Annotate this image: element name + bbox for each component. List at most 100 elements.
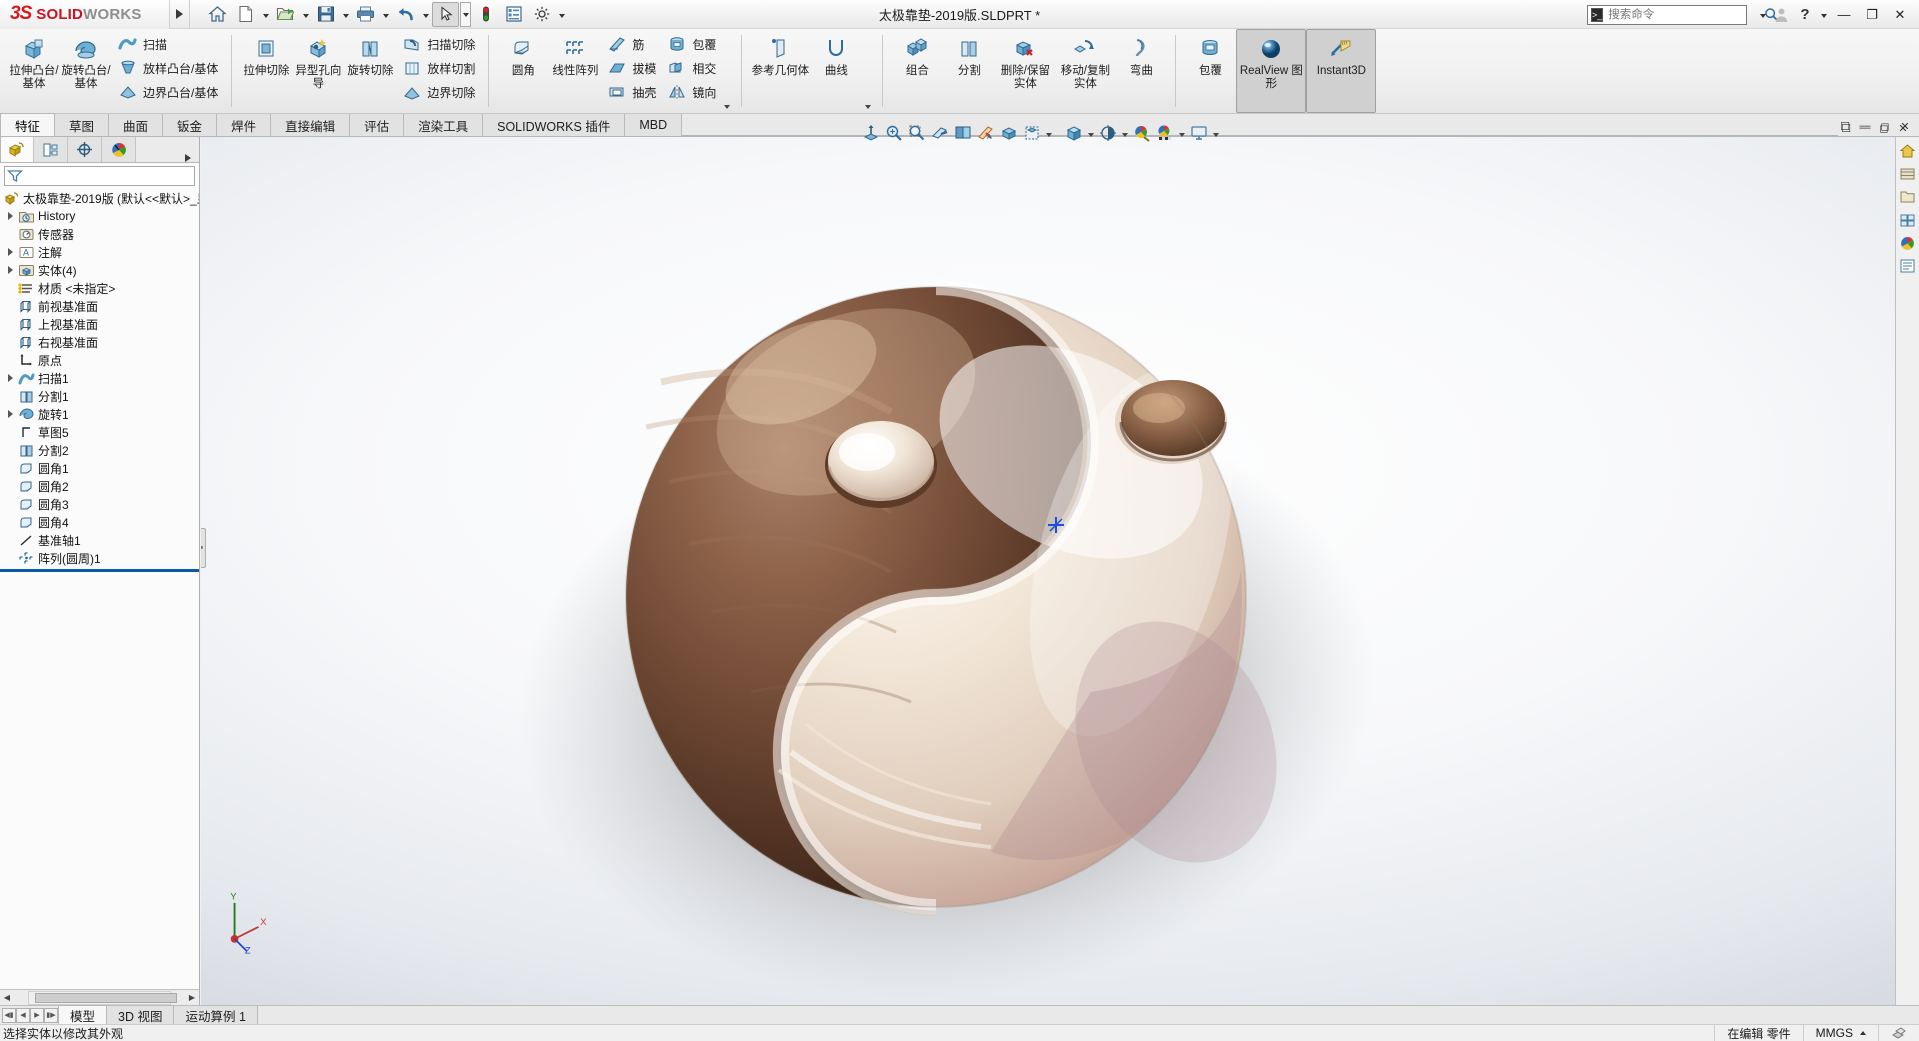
lofted-cut-button[interactable]: 放样切割 [396, 56, 480, 80]
wrap-big-button[interactable]: 包覆 [1184, 29, 1236, 113]
bottom-tab-motion-study[interactable]: 运动算例 1 [174, 1006, 258, 1024]
scroll-left-arrow[interactable]: ◀ [0, 991, 14, 1005]
tree-item-front-plane[interactable]: 前视基准面 [0, 297, 199, 315]
intersect-button[interactable]: 相交 [661, 56, 721, 80]
file-explorer-dock-icon[interactable] [1898, 187, 1918, 207]
menu-expand-arrow[interactable] [170, 0, 190, 29]
zoom-to-fit-icon[interactable] [860, 121, 882, 145]
design-library-dock-icon[interactable] [1898, 164, 1918, 184]
restore-button[interactable]: ❐ [1859, 4, 1885, 26]
graphics-close-icon[interactable]: ✕ [1897, 118, 1913, 134]
graphics-minimize-icon[interactable]: — [1857, 118, 1873, 134]
tree-item-split1[interactable]: 分割1 [0, 387, 199, 405]
panel-collapse-handle[interactable] [201, 527, 206, 568]
tab-solidworks-addins[interactable]: SOLIDWORKS 插件 [483, 114, 626, 136]
mirror-button[interactable]: 镜向 [661, 80, 721, 104]
last-tab-button[interactable]: ▮▶ [44, 1007, 58, 1023]
undo-icon[interactable] [392, 2, 419, 27]
extrude-boss-button[interactable]: 拉伸凸台/基体 [8, 29, 60, 113]
custom-properties-dock-icon[interactable] [1898, 256, 1918, 276]
solid-bodies-expander[interactable] [4, 266, 17, 274]
view-palette-dock-icon[interactable] [1898, 210, 1918, 230]
hole-wizard-button[interactable]: 异型孔向导 [292, 29, 344, 113]
tree-item-annotations[interactable]: A 注解 [0, 243, 199, 261]
apply-scene-dropdown[interactable] [1177, 121, 1187, 145]
view-settings-icon[interactable] [1097, 121, 1119, 145]
status-units[interactable]: MMGS [1802, 1024, 1878, 1041]
prev-tab-button[interactable]: ◀ [16, 1007, 30, 1023]
user-account-icon[interactable] [1770, 4, 1792, 26]
rebuild-icon[interactable] [472, 2, 499, 27]
boundary-boss-button[interactable]: 边界凸台/基体 [112, 80, 223, 104]
tab-mbd[interactable]: MBD [625, 114, 683, 136]
flex-button[interactable]: 弯曲 [1115, 29, 1167, 113]
bottom-tab-3dviews[interactable]: 3D 视图 [107, 1006, 175, 1024]
delete-keep-body-button[interactable]: 删除/保留实体 [995, 29, 1055, 113]
tree-item-top-plane[interactable]: 上视基准面 [0, 315, 199, 333]
new-document-icon[interactable] [232, 2, 259, 27]
previous-view-icon[interactable] [906, 121, 928, 145]
bottom-tab-model[interactable]: 模型 [58, 1005, 108, 1024]
tree-item-axis1[interactable]: 基准轴1 [0, 531, 199, 549]
tree-item-revolve1[interactable]: 旋转1 [0, 405, 199, 423]
fillet-button[interactable]: 圆角 [497, 29, 549, 113]
close-button[interactable]: ✕ [1887, 4, 1913, 26]
help-icon[interactable]: ? [1794, 4, 1816, 26]
tree-item-split2[interactable]: 分割2 [0, 441, 199, 459]
tree-item-fillet1[interactable]: 圆角1 [0, 459, 199, 477]
feature-manager-expand-arrow[interactable] [136, 154, 199, 162]
history-expander[interactable] [4, 212, 17, 220]
shell-button[interactable]: 抽壳 [601, 80, 661, 104]
viewport-dropdown[interactable] [1211, 121, 1221, 145]
options-dropdown[interactable] [556, 2, 567, 27]
tree-item-history[interactable]: History [0, 207, 199, 225]
edit-appearance-icon[interactable] [1131, 121, 1153, 145]
revolve-boss-button[interactable]: 旋转凸台/基体 [60, 29, 112, 113]
search-commands-box[interactable]: >_ [1587, 4, 1779, 25]
boundary-cut-button[interactable]: 边界切除 [396, 80, 480, 104]
combine-button[interactable]: 组合 [891, 29, 943, 113]
split-button[interactable]: 分割 [943, 29, 995, 113]
hide-show-dropdown[interactable] [1044, 121, 1054, 145]
tree-item-solid-bodies[interactable]: 实体(4) [0, 261, 199, 279]
new-document-dropdown[interactable] [260, 2, 271, 27]
swept-cut-button[interactable]: 扫描切除 [396, 32, 480, 56]
zoom-to-area-icon[interactable] [883, 121, 905, 145]
move-copy-body-button[interactable]: 移动/复制实体 [1055, 29, 1115, 113]
rib-button[interactable]: 筋 [601, 32, 661, 56]
wrap-button[interactable]: 包覆 [661, 32, 721, 56]
tab-direct-editing[interactable]: 直接编辑 [271, 114, 351, 136]
horizontal-scroll-thumb[interactable] [35, 992, 177, 1003]
help-dropdown[interactable] [1818, 2, 1829, 27]
features-more-dropdown[interactable] [721, 29, 733, 113]
tab-evaluate[interactable]: 评估 [350, 114, 405, 136]
extrude-cut-button[interactable]: 拉伸切除 [240, 29, 292, 113]
scroll-right-arrow[interactable]: ▶ [185, 991, 199, 1005]
save-dropdown[interactable] [340, 2, 351, 27]
draft-button[interactable]: 拔模 [601, 56, 661, 80]
tree-item-sensors[interactable]: 传感器 [0, 225, 199, 243]
display-state-dropdown[interactable] [1086, 121, 1096, 145]
tab-render-tools[interactable]: 渲染工具 [404, 114, 484, 136]
model-3d-view[interactable] [201, 137, 1919, 1005]
section-view-icon[interactable] [929, 121, 951, 145]
minimize-button[interactable]: — [1831, 4, 1857, 26]
tree-item-sweep1[interactable]: 扫描1 [0, 369, 199, 387]
tree-item-circular-pattern1[interactable]: 阵列(圆周)1 [0, 549, 199, 567]
featuremanager-design-tree-tab[interactable] [0, 136, 34, 162]
curves-button[interactable]: 曲线 [810, 29, 862, 113]
feature-tree-root[interactable]: 太极靠垫-2019版 (默认<<默认>_显示状 [0, 189, 199, 207]
graphics-area[interactable]: Y X Z [201, 137, 1919, 1005]
open-folder-dropdown[interactable] [300, 2, 311, 27]
viewport-icon[interactable] [1188, 121, 1210, 145]
print-icon[interactable] [352, 2, 379, 27]
reference-more-dropdown[interactable] [862, 29, 874, 113]
revolve-cut-button[interactable]: 旋转切除 [344, 29, 396, 113]
options-list-icon[interactable] [500, 2, 527, 27]
tree-item-fillet2[interactable]: 圆角2 [0, 477, 199, 495]
search-input[interactable] [1606, 7, 1765, 22]
apply-scene-icon[interactable] [1154, 121, 1176, 145]
annotations-expander[interactable] [4, 248, 17, 256]
tab-sheetmetal[interactable]: 钣金 [163, 114, 218, 136]
select-cursor-icon[interactable] [432, 1, 459, 27]
